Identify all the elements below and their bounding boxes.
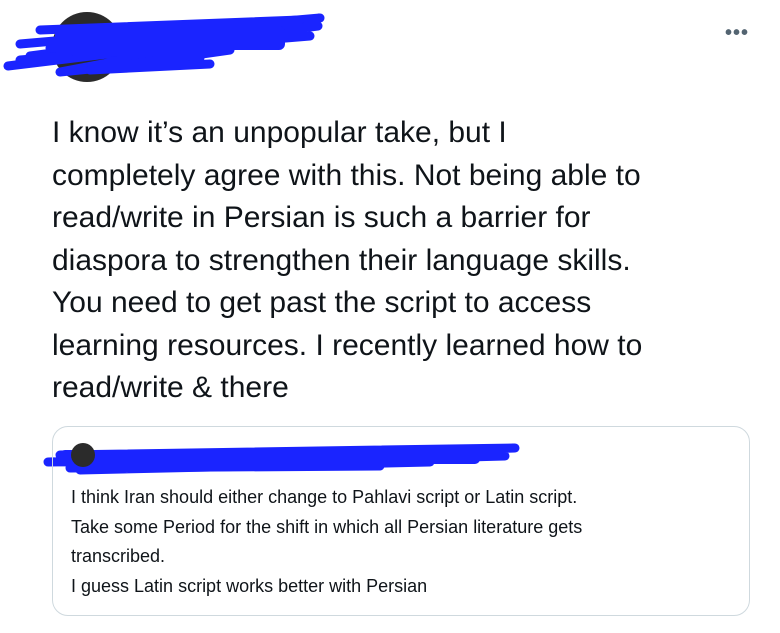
- tweet-header: •••: [0, 0, 780, 90]
- tweet-text: I know it’s an unpopular take, but I com…: [52, 116, 643, 404]
- avatar[interactable]: [52, 12, 122, 82]
- quoted-tweet-card[interactable]: I think Iran should either change to Pah…: [52, 426, 750, 616]
- quoted-avatar: [71, 443, 95, 467]
- author-info[interactable]: [138, 18, 328, 22]
- quoted-tweet-text: I think Iran should either change to Pah…: [71, 487, 583, 596]
- more-options-icon[interactable]: •••: [720, 18, 754, 48]
